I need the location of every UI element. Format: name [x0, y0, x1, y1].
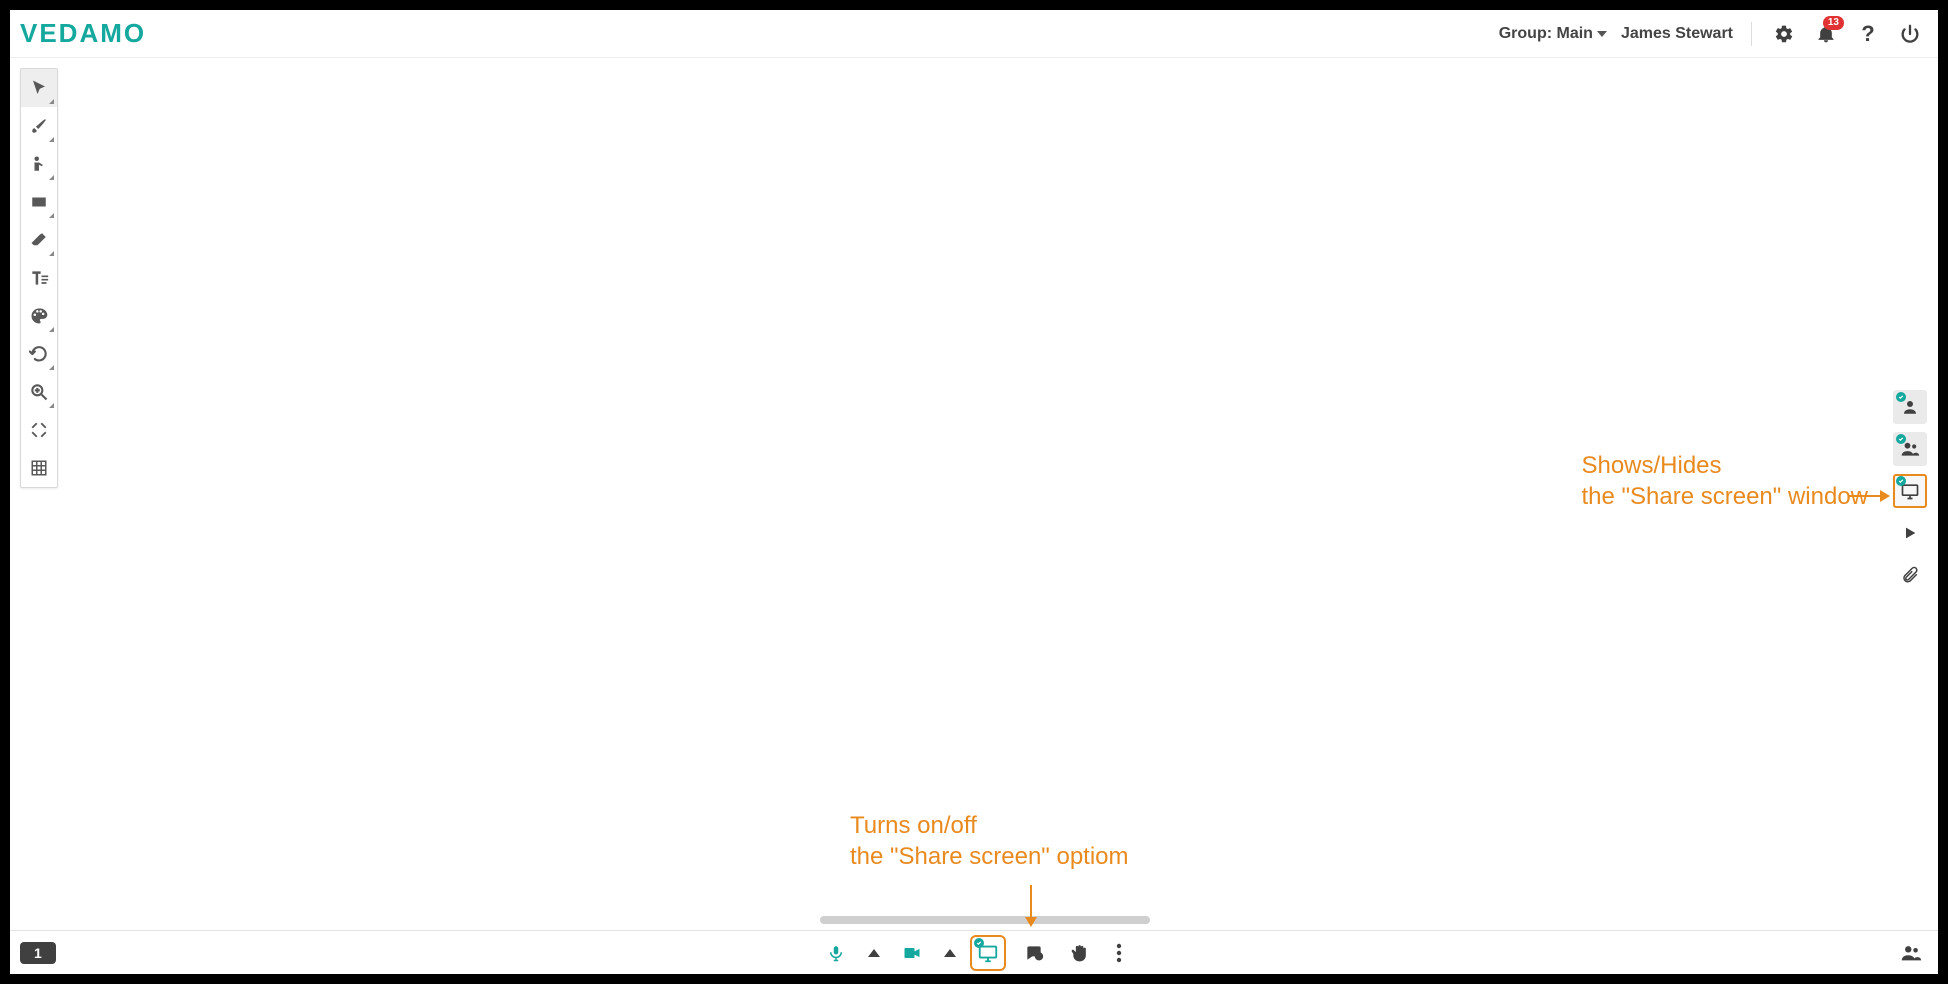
- power-icon: [1899, 23, 1921, 45]
- color-tool[interactable]: [21, 297, 57, 335]
- user-name[interactable]: James Stewart: [1621, 25, 1733, 43]
- header-right: Group: Main James Stewart 13 ?: [1499, 20, 1924, 48]
- collapse-icon: [30, 421, 48, 439]
- annotation-text: Shows/Hides: [1581, 452, 1721, 479]
- raisehand-button[interactable]: [1064, 937, 1096, 969]
- annotation-bottom: Turns on/off the "Share screen" optiom: [850, 810, 1129, 872]
- mic-options[interactable]: [866, 937, 882, 969]
- text-tool[interactable]: [21, 259, 57, 297]
- sharescreen-panel-toggle[interactable]: [1893, 474, 1927, 508]
- participants-icon: [1900, 942, 1922, 964]
- annotation-text: the "Share screen" window: [1581, 483, 1868, 510]
- help-button[interactable]: ?: [1854, 20, 1882, 48]
- status-dot-icon: [1896, 392, 1906, 402]
- status-dot-icon: [1896, 434, 1906, 444]
- notifications-button[interactable]: 13: [1812, 20, 1840, 48]
- text-icon: [29, 268, 49, 288]
- camera-options[interactable]: [942, 937, 958, 969]
- paperclip-icon: [1901, 566, 1919, 584]
- camera-panel-toggle[interactable]: [1893, 390, 1927, 424]
- group-selector[interactable]: Group: Main: [1499, 25, 1607, 43]
- tool-palette: [20, 68, 58, 488]
- rectangle-icon: [30, 193, 48, 211]
- eraser-tool[interactable]: [21, 221, 57, 259]
- more-button[interactable]: [1110, 937, 1128, 969]
- flyout-indicator-icon: [49, 403, 54, 408]
- sharescreen-button[interactable]: [972, 937, 1004, 969]
- camera-button[interactable]: [896, 937, 928, 969]
- annotation-text: the "Share screen" optiom: [850, 843, 1129, 870]
- chat-button[interactable]: [1018, 937, 1050, 969]
- select-tool[interactable]: [21, 69, 57, 107]
- eraser-icon: [30, 231, 48, 249]
- mic-icon: [827, 944, 845, 962]
- undo-tool[interactable]: [21, 335, 57, 373]
- chevron-up-icon: [944, 949, 956, 957]
- palette-icon: [29, 306, 49, 326]
- zoom-icon: [29, 382, 49, 402]
- more-vertical-icon: [1116, 943, 1122, 963]
- play-icon: [1902, 525, 1918, 541]
- attachment-panel-toggle[interactable]: [1893, 558, 1927, 592]
- bottom-bar: 1: [10, 930, 1938, 974]
- settings-button[interactable]: [1770, 20, 1798, 48]
- flyout-indicator-icon: [49, 327, 54, 332]
- chevron-down-icon: [1597, 31, 1607, 37]
- pointer-tool[interactable]: [21, 145, 57, 183]
- arrow-right-icon: [1848, 495, 1888, 497]
- flyout-indicator-icon: [49, 251, 54, 256]
- group-label: Group: Main: [1499, 25, 1593, 43]
- annotation-right: Shows/Hides the "Share screen" window: [1581, 450, 1868, 512]
- flyout-indicator-icon: [49, 175, 54, 180]
- grid-tool[interactable]: [21, 449, 57, 487]
- flyout-indicator-icon: [49, 137, 54, 142]
- chevron-up-icon: [868, 949, 880, 957]
- status-dot-icon: [1896, 476, 1906, 486]
- video-icon: [902, 943, 922, 963]
- mic-button[interactable]: [820, 937, 852, 969]
- app-logo: VEDAMO: [20, 18, 146, 49]
- presenter-icon: [30, 155, 48, 173]
- gear-icon: [1774, 24, 1794, 44]
- av-controls: [820, 937, 1128, 969]
- separator: [1751, 22, 1752, 46]
- shape-tool[interactable]: [21, 183, 57, 221]
- help-icon: ?: [1861, 21, 1874, 47]
- undo-icon: [29, 344, 49, 364]
- fullscreen-tool[interactable]: [21, 411, 57, 449]
- bottom-right: [1894, 936, 1928, 970]
- app-window: VEDAMO Group: Main James Stewart 13 ?: [10, 10, 1938, 974]
- brush-tool[interactable]: [21, 107, 57, 145]
- horizontal-scrollbar[interactable]: [820, 916, 1150, 924]
- status-dot-icon: [974, 938, 984, 948]
- flyout-indicator-icon: [49, 99, 54, 104]
- zoom-tool[interactable]: [21, 373, 57, 411]
- media-panel-toggle[interactable]: [1893, 516, 1927, 550]
- page-indicator[interactable]: 1: [20, 942, 56, 964]
- outer-frame: VEDAMO Group: Main James Stewart 13 ?: [0, 0, 1948, 984]
- participants-panel-toggle[interactable]: [1893, 432, 1927, 466]
- cursor-icon: [30, 79, 48, 97]
- participants-button[interactable]: [1894, 936, 1928, 970]
- flyout-indicator-icon: [49, 365, 54, 370]
- chat-icon: [1024, 943, 1044, 963]
- notification-badge: 13: [1823, 16, 1844, 30]
- hand-icon: [1070, 943, 1090, 963]
- flyout-indicator-icon: [49, 213, 54, 218]
- header-bar: VEDAMO Group: Main James Stewart 13 ?: [10, 10, 1938, 58]
- grid-icon: [30, 459, 48, 477]
- brush-icon: [30, 117, 48, 135]
- annotation-text: Turns on/off: [850, 812, 977, 839]
- panel-toggles: [1892, 390, 1928, 592]
- power-button[interactable]: [1896, 20, 1924, 48]
